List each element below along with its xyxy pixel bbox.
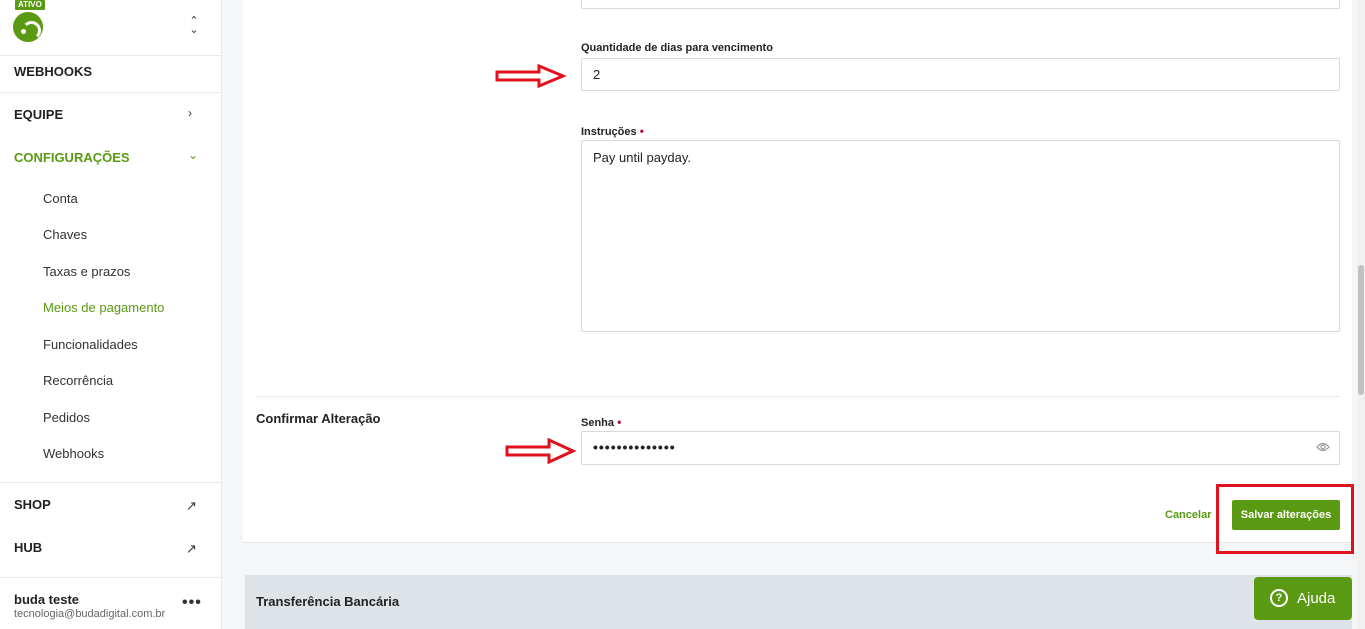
sidebar-subitem-chaves[interactable]: Chaves xyxy=(43,227,87,242)
sidebar-subitem-pedidos[interactable]: Pedidos xyxy=(43,410,90,425)
bank-transfer-title: Transferência Bancária xyxy=(256,594,400,609)
sidebar-item-equipe[interactable]: EQUIPE xyxy=(14,107,63,122)
annotation-highlight-box xyxy=(1216,484,1354,554)
status-badge: ATIVO xyxy=(15,0,45,10)
buda-logo-icon xyxy=(13,12,43,42)
account-switch-icon[interactable]: ⌃ ⌄ xyxy=(188,16,200,36)
sidebar-item-hub[interactable]: HUB xyxy=(14,540,42,555)
sidebar: ATIVO ⌃ ⌄ WEBHOOKS EQUIPE › CONFIGURAÇÕES… xyxy=(0,0,222,629)
instructions-textarea[interactable]: Pay until payday. xyxy=(581,140,1340,332)
section-divider xyxy=(256,396,1340,397)
more-options-icon[interactable]: ••• xyxy=(182,594,202,612)
sidebar-subitem-conta[interactable]: Conta xyxy=(43,191,78,206)
required-mark: • xyxy=(617,415,622,429)
sidebar-subitem-funcionalidades[interactable]: Funcionalidades xyxy=(43,337,138,352)
sidebar-subitem-taxas[interactable]: Taxas e prazos xyxy=(43,264,130,279)
divider xyxy=(0,55,222,56)
eye-icon[interactable] xyxy=(1316,442,1330,452)
user-name: buda teste xyxy=(14,592,80,607)
help-icon: ? xyxy=(1270,589,1288,607)
sidebar-item-shop[interactable]: SHOP xyxy=(14,497,51,512)
user-email: tecnologia@budadigital.com.br xyxy=(14,608,166,620)
cancel-button[interactable]: Cancelar xyxy=(1165,509,1211,521)
scrollbar-thumb[interactable] xyxy=(1358,265,1364,395)
sidebar-item-webhooks[interactable]: WEBHOOKS xyxy=(14,64,92,79)
divider xyxy=(0,482,222,483)
help-label: Ajuda xyxy=(1297,590,1336,607)
sidebar-item-configuracoes[interactable]: CONFIGURAÇÕES xyxy=(14,150,130,165)
external-link-icon[interactable]: ↗ xyxy=(186,498,197,514)
instructions-label: Instruções • xyxy=(581,124,644,138)
required-mark: • xyxy=(639,124,644,138)
days-label: Quantidade de dias para vencimento xyxy=(581,42,773,54)
help-button[interactable]: ? Ajuda xyxy=(1254,577,1352,620)
previous-input[interactable] xyxy=(581,0,1340,9)
sidebar-subitem-meios-pagamento[interactable]: Meios de pagamento xyxy=(43,300,164,315)
sidebar-subitem-recorrencia[interactable]: Recorrência xyxy=(43,373,113,388)
external-link-icon[interactable]: ↗ xyxy=(186,541,197,557)
page-scrollbar[interactable] xyxy=(1357,0,1365,629)
bank-transfer-section[interactable]: Transferência Bancária xyxy=(245,575,1352,629)
password-label: Senha • xyxy=(581,415,622,429)
chevron-right-icon[interactable]: › xyxy=(188,106,192,120)
divider xyxy=(0,577,222,578)
password-input[interactable]: •••••••••••••• xyxy=(581,431,1340,465)
annotation-arrow-icon xyxy=(495,64,567,88)
chevron-down-icon[interactable]: ⌄ xyxy=(188,148,198,162)
divider xyxy=(0,92,222,93)
sidebar-subitem-webhooks[interactable]: Webhooks xyxy=(43,446,104,461)
brand-header[interactable]: ATIVO ⌃ ⌄ xyxy=(13,0,213,55)
confirm-section-title: Confirmar Alteração xyxy=(256,411,381,426)
days-input[interactable]: 2 xyxy=(581,58,1340,91)
annotation-arrow-icon xyxy=(505,438,577,464)
